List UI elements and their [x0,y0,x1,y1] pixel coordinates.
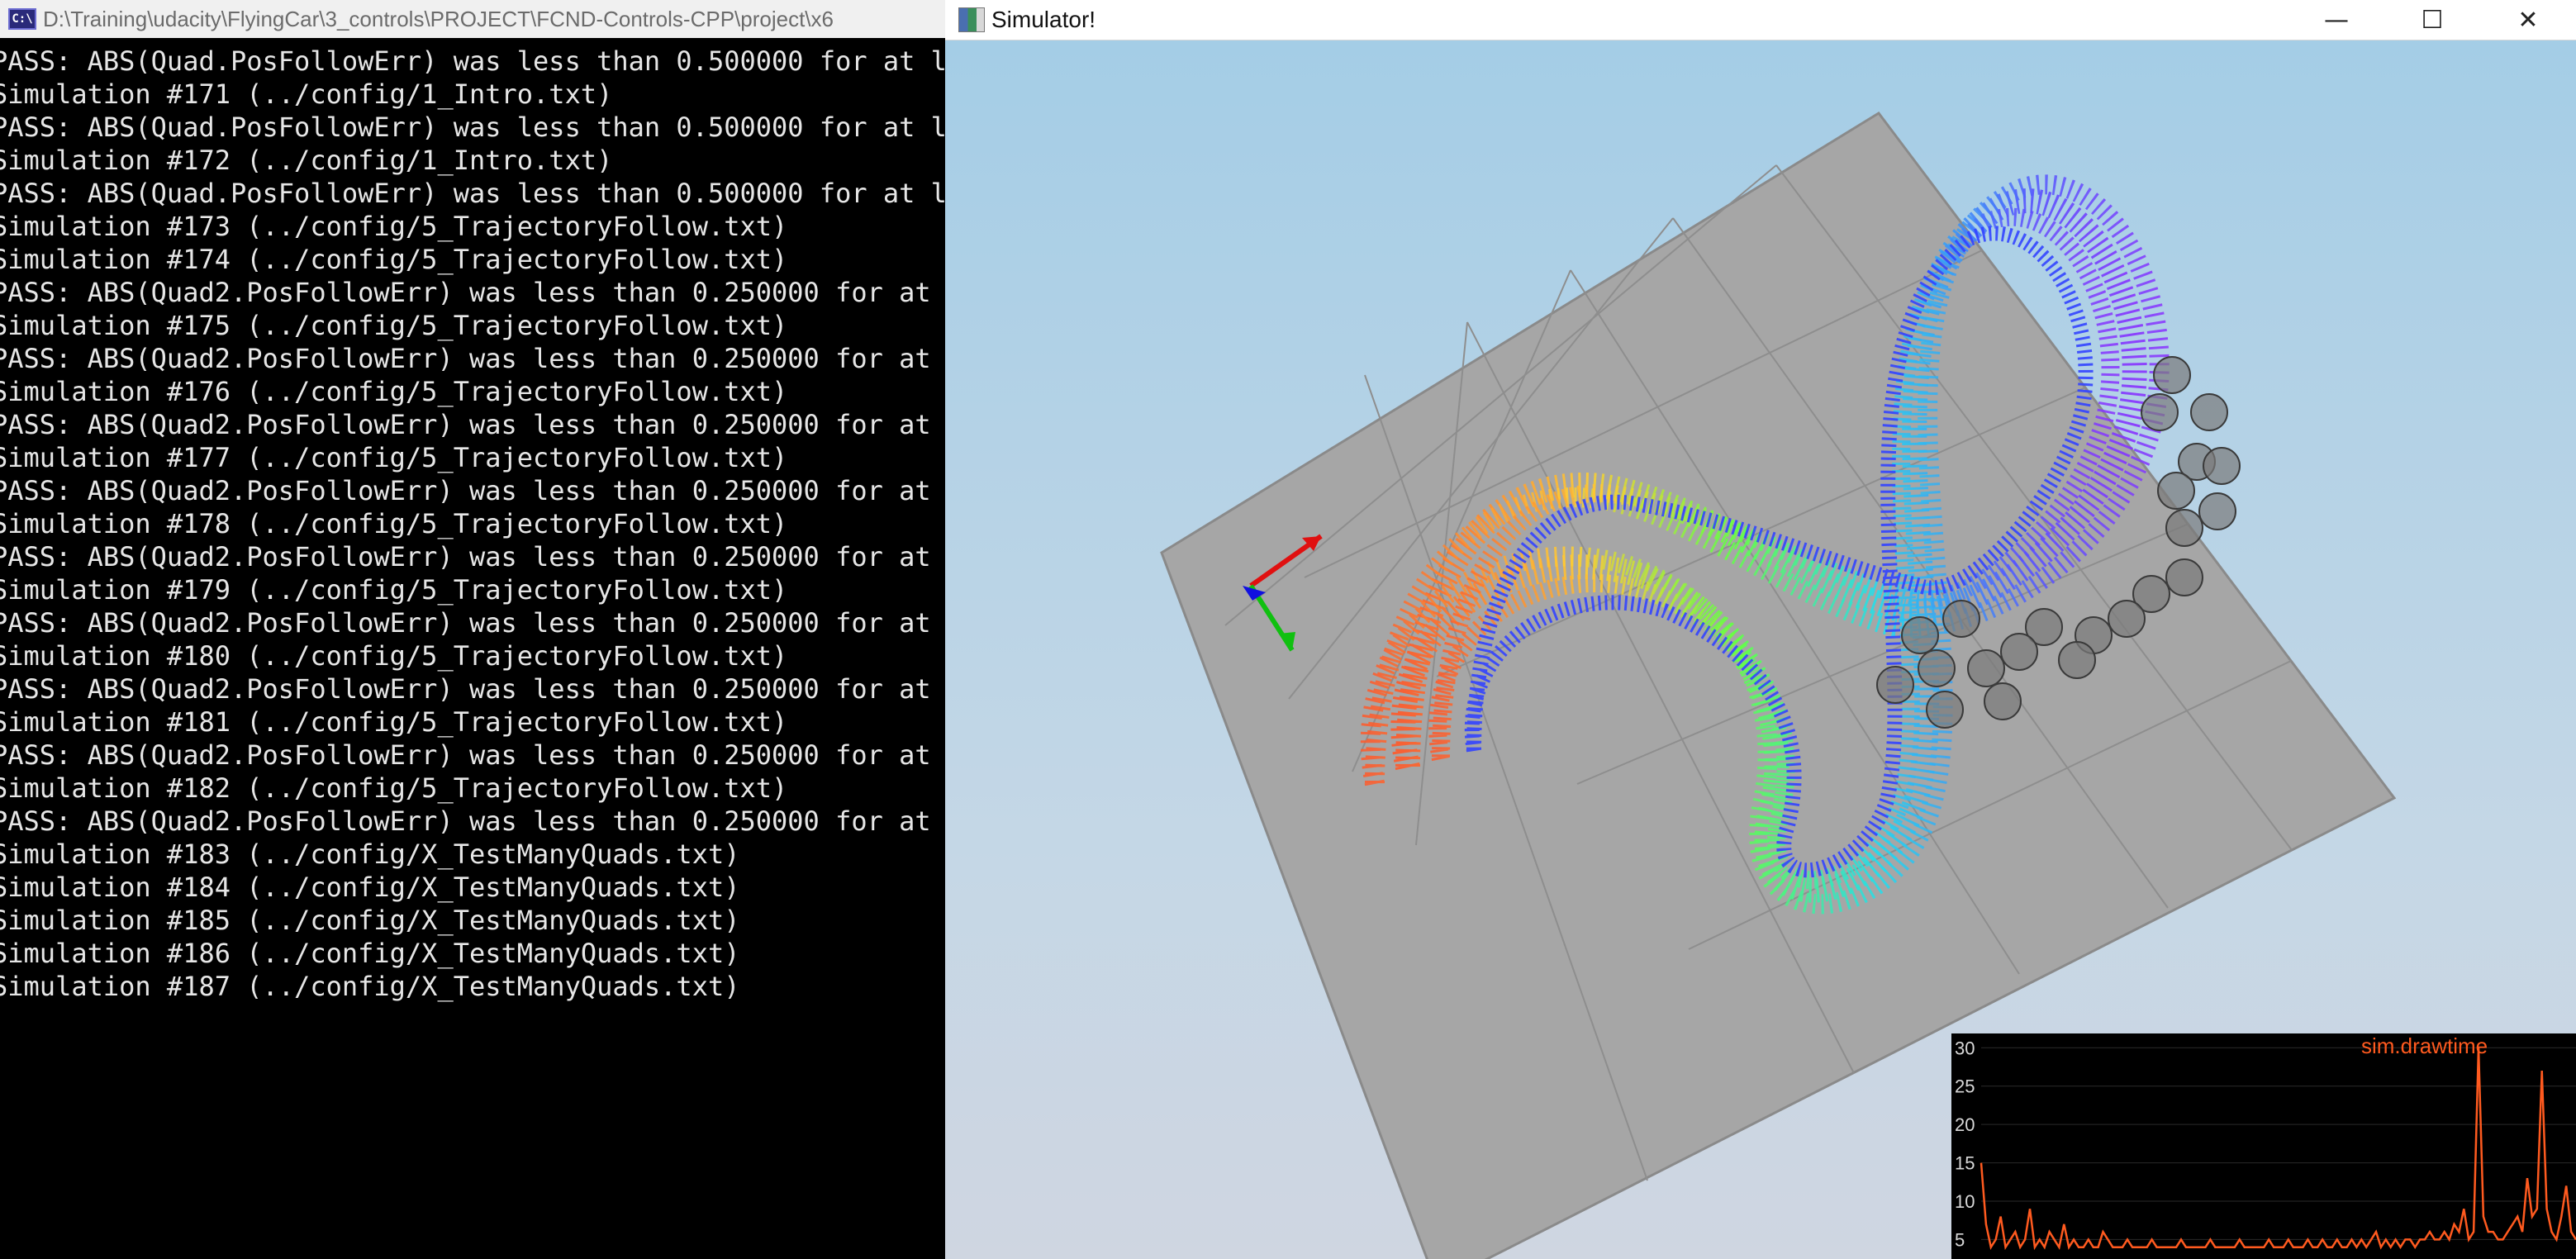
console-line: Simulation #174 (../config/5_TrajectoryF… [0,244,788,275]
console-line: Simulation #182 (../config/5_TrajectoryF… [0,772,788,804]
console-line: PASS: ABS(Quad2.PosFollowErr) was less t… [0,277,945,308]
console-line: Simulation #176 (../config/5_TrajectoryF… [0,376,788,407]
console-line: PASS: ABS(Quad2.PosFollowErr) was less t… [0,409,945,440]
plot-y-tick-label: 10 [1955,1191,1975,1212]
minimize-button[interactable]: — [2288,0,2384,40]
console-line: Simulation #185 (../config/X_TestManyQua… [0,905,740,936]
console-line: Simulation #177 (../config/5_TrajectoryF… [0,442,788,473]
console-window[interactable]: C:\ D:\Training\udacity\FlyingCar\3_cont… [0,0,945,1259]
3d-viewport[interactable]: 30 25 20 15 10 5 sim.drawtime [945,40,2576,1259]
console-line: Simulation #187 (../config/X_TestManyQua… [0,971,740,1002]
drawtime-plot: 30 25 20 15 10 5 sim.drawtime [1955,1033,2576,1251]
console-line: Simulation #184 (../config/X_TestManyQua… [0,872,740,903]
plot-y-tick-label: 20 [1955,1114,1975,1135]
console-line: PASS: ABS(Quad.PosFollowErr) was less th… [0,45,945,77]
console-line: Simulation #180 (../config/5_TrajectoryF… [0,640,788,672]
console-line: PASS: ABS(Quad.PosFollowErr) was less th… [0,112,945,143]
console-icon: C:\ [8,8,36,30]
simulator-window[interactable]: Simulator! — ☐ ✕ 30 25 20 15 10 5 sim.dr… [945,0,2576,1259]
console-line: PASS: ABS(Quad.PosFollowErr) was less th… [0,178,945,209]
simulator-icon [958,7,985,32]
console-line: Simulation #171 (../config/1_Intro.txt) [0,78,613,110]
plot-series-label: sim.drawtime [2361,1033,2488,1058]
plot-y-tick-label: 25 [1955,1076,1975,1097]
simulator-title: Simulator! [991,7,1096,32]
plot-y-tick-label: 5 [1955,1229,1965,1250]
console-line: PASS: ABS(Quad2.PosFollowErr) was less t… [0,739,945,771]
console-line: Simulation #186 (../config/X_TestManyQua… [0,938,740,969]
console-line: Simulation #172 (../config/1_Intro.txt) [0,145,613,176]
console-line: PASS: ABS(Quad2.PosFollowErr) was less t… [0,343,945,374]
plot-y-tick-label: 15 [1955,1153,1975,1174]
console-line: PASS: ABS(Quad2.PosFollowErr) was less t… [0,607,945,639]
console-output: PASS: ABS(Quad.PosFollowErr) was less th… [0,38,945,1003]
simulator-title-bar[interactable]: Simulator! — ☐ ✕ [945,0,2576,40]
plot-series-line [1980,1048,2576,1251]
console-line: PASS: ABS(Quad2.PosFollowErr) was less t… [0,805,945,837]
plot-y-tick-label: 30 [1955,1038,1975,1058]
console-line: Simulation #183 (../config/X_TestManyQua… [0,839,740,870]
plot-panel[interactable]: 30 25 20 15 10 5 sim.drawtime [1951,1033,2576,1259]
console-line: Simulation #173 (../config/5_TrajectoryF… [0,211,788,242]
console-line: Simulation #181 (../config/5_TrajectoryF… [0,706,788,738]
close-button[interactable]: ✕ [2480,0,2576,40]
console-line: Simulation #175 (../config/5_TrajectoryF… [0,310,788,341]
console-line: PASS: ABS(Quad2.PosFollowErr) was less t… [0,673,945,705]
console-line: PASS: ABS(Quad2.PosFollowErr) was less t… [0,541,945,572]
console-line: PASS: ABS(Quad2.PosFollowErr) was less t… [0,475,945,506]
console-title-bar[interactable]: C:\ D:\Training\udacity\FlyingCar\3_cont… [0,0,945,38]
console-line: Simulation #178 (../config/5_TrajectoryF… [0,508,788,539]
maximize-button[interactable]: ☐ [2384,0,2480,40]
console-line: Simulation #179 (../config/5_TrajectoryF… [0,574,788,606]
console-title: D:\Training\udacity\FlyingCar\3_controls… [43,6,834,31]
